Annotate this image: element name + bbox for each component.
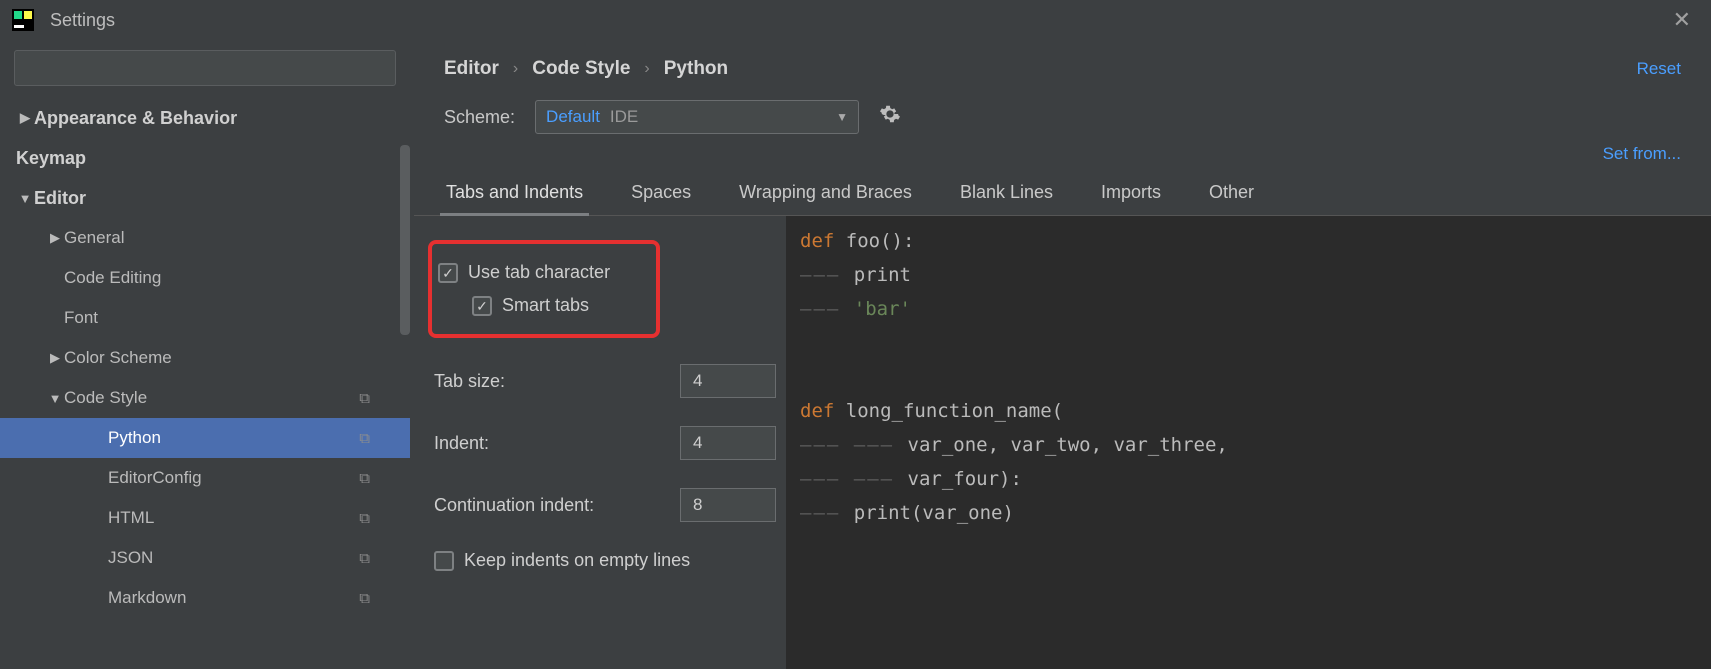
tree-item-label: JSON [108,548,153,568]
tree-item-python[interactable]: Python ⧉ [0,418,410,458]
tree-item-font[interactable]: Font [0,298,410,338]
expand-arrow-icon: ▶ [46,350,64,366]
tab-size-input[interactable] [680,364,776,398]
expand-arrow-icon: ▼ [46,391,64,406]
tree-item-code-style[interactable]: ▼Code Style ⧉ [0,378,410,418]
tree-item-label: EditorConfig [108,468,202,488]
breadcrumb-sep: › [644,60,649,78]
scheme-override-icon: ⧉ [359,510,370,527]
gear-icon[interactable] [879,103,901,131]
chevron-down-icon: ▼ [836,110,848,124]
scheme-override-icon: ⧉ [359,470,370,487]
breadcrumb-sep: › [513,60,518,78]
expand-arrow-icon: ▼ [16,191,34,206]
breadcrumb: Editor › Code Style › Python [444,58,728,80]
scheme-label: Scheme: [444,107,515,128]
sidebar: ▶Appearance & BehaviorKeymap▼Editor▶Gene… [0,40,410,669]
breadcrumb-part: Editor [444,58,499,80]
highlight-annotation: ✓ Use tab character ✓ Smart tabs [428,240,660,338]
tree-item-appearance-behavior[interactable]: ▶Appearance & Behavior [0,98,410,138]
use-tab-char-checkbox[interactable]: ✓ [438,263,458,283]
expand-arrow-icon: ▶ [16,110,34,126]
indent-input[interactable] [680,426,776,460]
tree-item-label: General [64,228,124,248]
expand-arrow-icon: ▶ [46,230,64,246]
scheme-override-icon: ⧉ [359,590,370,607]
tree-item-color-scheme[interactable]: ▶Color Scheme [0,338,410,378]
tab-imports[interactable]: Imports [1099,182,1163,215]
tab-blank-lines[interactable]: Blank Lines [958,182,1055,215]
tree-item-label: Editor [34,188,86,209]
tree-item-json[interactable]: JSON ⧉ [0,538,410,578]
tree-item-label: HTML [108,508,154,528]
scheme-override-icon: ⧉ [359,430,370,447]
close-icon[interactable]: ✕ [1665,3,1699,37]
tree-item-label: Appearance & Behavior [34,108,237,129]
tree-item-keymap[interactable]: Keymap [0,138,410,178]
tree-item-label: Font [64,308,98,328]
scheme-value-secondary: IDE [610,107,638,127]
scheme-override-icon: ⧉ [359,390,370,407]
tree-item-label: Code Style [64,388,147,408]
scrollbar-thumb[interactable] [400,145,410,335]
tree-item-editor[interactable]: ▼Editor [0,178,410,218]
scheme-value-primary: Default [546,107,600,127]
use-tab-char-label: Use tab character [468,262,610,283]
tab-wrapping-and-braces[interactable]: Wrapping and Braces [737,182,914,215]
tab-spaces[interactable]: Spaces [629,182,693,215]
tree-item-label: Keymap [16,148,86,169]
titlebar: Settings ✕ [0,0,1711,40]
tree-item-markdown[interactable]: Markdown ⧉ [0,578,410,618]
breadcrumb-part: Python [664,58,728,80]
tab-tabs-and-indents[interactable]: Tabs and Indents [444,182,585,215]
tree-item-label: Python [108,428,161,448]
tree-item-general[interactable]: ▶General [0,218,410,258]
tabbar: Tabs and Indents Spaces Wrapping and Brace… [414,164,1711,216]
indent-settings-panel: ✓ Use tab character ✓ Smart tabs Tab siz… [414,216,786,669]
content-area: Editor › Code Style › Python Reset Schem… [410,40,1711,669]
tree-item-code-editing[interactable]: Code Editing [0,258,410,298]
tree-item-html[interactable]: HTML ⧉ [0,498,410,538]
tree-item-label: Markdown [108,588,186,608]
keep-indents-empty-label: Keep indents on empty lines [464,550,690,571]
tree-item-label: Color Scheme [64,348,172,368]
app-icon [12,9,34,31]
window-title: Settings [50,10,115,31]
smart-tabs-label: Smart tabs [502,295,589,316]
scheme-select[interactable]: Default IDE ▼ [535,100,859,134]
code-preview: def foo(): ——— print ——— 'bar' def long_… [786,216,1711,669]
tree-item-editorconfig[interactable]: EditorConfig ⧉ [0,458,410,498]
scheme-override-icon: ⧉ [359,550,370,567]
breadcrumb-part: Code Style [532,58,630,80]
tree-item-label: Code Editing [64,268,161,288]
search-input[interactable] [14,50,396,86]
keep-indents-empty-checkbox[interactable] [434,551,454,571]
continuation-indent-label: Continuation indent: [434,495,670,516]
settings-tree: ▶Appearance & BehaviorKeymap▼Editor▶Gene… [0,94,410,669]
tab-other[interactable]: Other [1207,182,1256,215]
set-from-link[interactable]: Set from... [1603,144,1681,164]
reset-link[interactable]: Reset [1637,59,1681,79]
smart-tabs-checkbox[interactable]: ✓ [472,296,492,316]
continuation-indent-input[interactable] [680,488,776,522]
indent-label: Indent: [434,433,670,454]
tab-size-label: Tab size: [434,371,670,392]
